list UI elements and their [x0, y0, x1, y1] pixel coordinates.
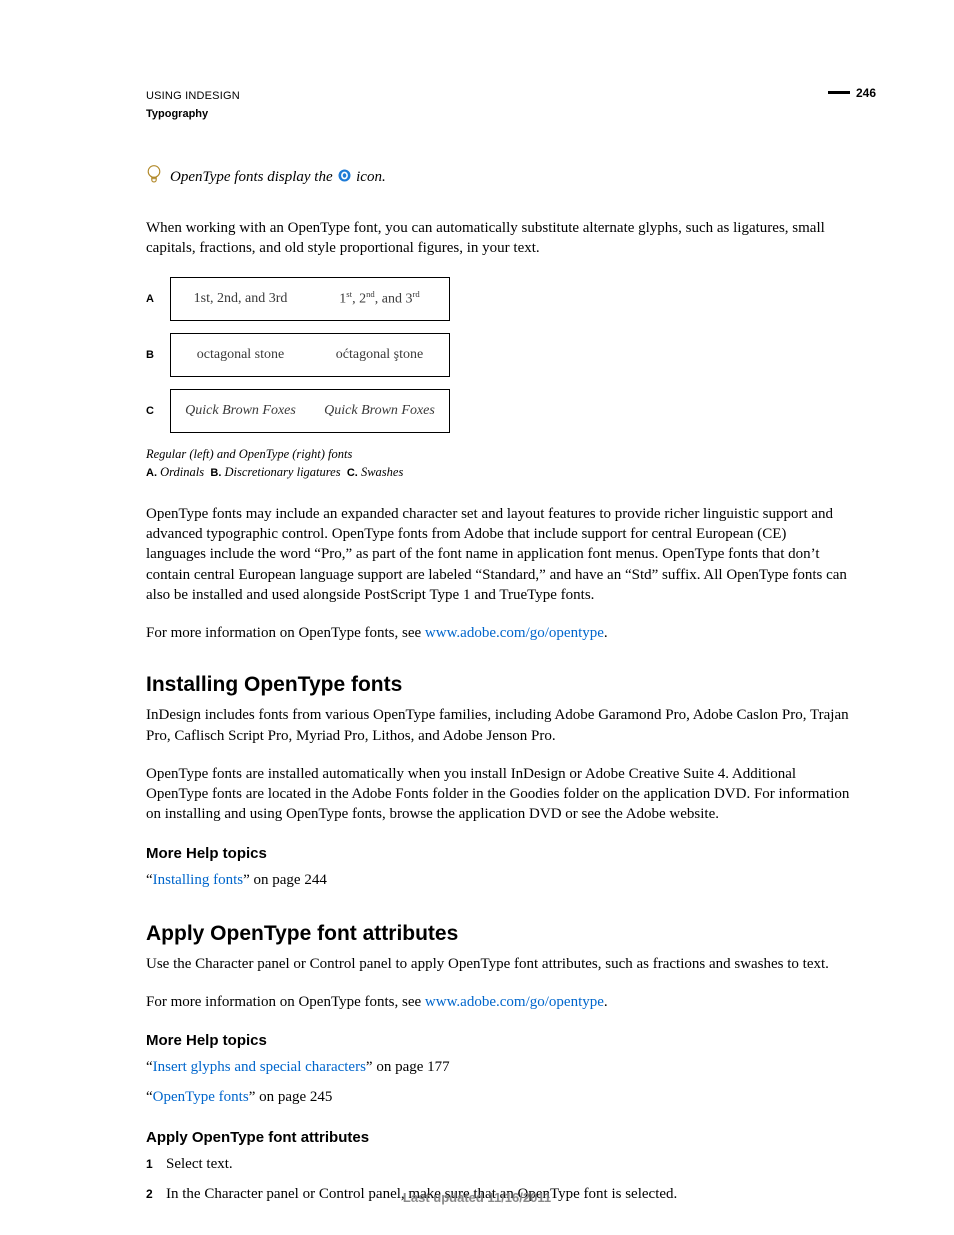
section1-more-help: More Help topics: [146, 845, 850, 862]
after-figure-paragraph: OpenType fonts may include an expanded c…: [146, 504, 850, 605]
section-installing-title: Installing OpenType fonts: [146, 673, 850, 697]
figure-caption: Regular (left) and OpenType (right) font…: [146, 445, 850, 482]
section2-p1: Use the Character panel or Control panel…: [146, 954, 850, 974]
intro-paragraph: When working with an OpenType font, you …: [146, 218, 850, 259]
figure-row-a: A 1st, 2nd, and 3rd 1st, 2nd, and 3rd: [146, 277, 850, 321]
section1-p1: InDesign includes fonts from various Ope…: [146, 705, 850, 746]
tip-text-prefix: OpenType fonts display the: [170, 169, 336, 185]
moreinfo-paragraph-2: For more information on OpenType fonts, …: [146, 992, 850, 1012]
figure-a-right: 1st, 2nd, and 3rd: [310, 289, 449, 308]
figure-opentype-examples: A 1st, 2nd, and 3rd 1st, 2nd, and 3rd B …: [146, 277, 850, 433]
opentype-link[interactable]: www.adobe.com/go/opentype: [425, 625, 604, 641]
xref-installing-fonts: “Installing fonts” on page 244: [146, 868, 850, 892]
running-head-line2: Typography: [146, 106, 850, 124]
figure-row-b: B octagonal stone oćtagonal ştone: [146, 333, 850, 377]
opentype-link-2[interactable]: www.adobe.com/go/opentype: [425, 994, 604, 1010]
insert-glyphs-link[interactable]: Insert glyphs and special characters: [153, 1059, 366, 1075]
figure-b-right: oćtagonal ştone: [310, 347, 449, 363]
footer-last-updated: Last updated 11/16/2011: [0, 1190, 954, 1205]
opentype-o-icon: [336, 168, 352, 184]
figure-row-c: C Quick Brown Foxes Quick Brown Foxes: [146, 389, 850, 433]
section-apply-title: Apply OpenType font attributes: [146, 922, 850, 946]
installing-fonts-link[interactable]: Installing fonts: [153, 872, 243, 888]
page-number: 246: [828, 86, 876, 100]
tip: OpenType fonts display the icon.: [146, 167, 850, 188]
figure-b-left: octagonal stone: [171, 347, 310, 363]
section1-p2: OpenType fonts are installed automatical…: [146, 764, 850, 825]
xref-insert-glyphs: “Insert glyphs and special characters” o…: [146, 1055, 850, 1079]
task-title: Apply OpenType font attributes: [146, 1129, 850, 1146]
xref-opentype-fonts: “OpenType fonts” on page 245: [146, 1085, 850, 1109]
opentype-fonts-link[interactable]: OpenType fonts: [153, 1089, 249, 1105]
figure-a-left: 1st, 2nd, and 3rd: [171, 291, 310, 307]
step-1: Select text.: [146, 1152, 850, 1176]
figure-c-right: Quick Brown Foxes: [310, 403, 449, 419]
moreinfo-paragraph-1: For more information on OpenType fonts, …: [146, 623, 850, 643]
running-head-line1: USING INDESIGN: [146, 88, 850, 106]
running-head: USING INDESIGN Typography: [146, 88, 850, 123]
lightbulb-icon: [146, 167, 162, 183]
tip-text-suffix: icon.: [356, 169, 386, 185]
figure-c-left: Quick Brown Foxes: [171, 403, 310, 419]
section2-more-help: More Help topics: [146, 1032, 850, 1049]
